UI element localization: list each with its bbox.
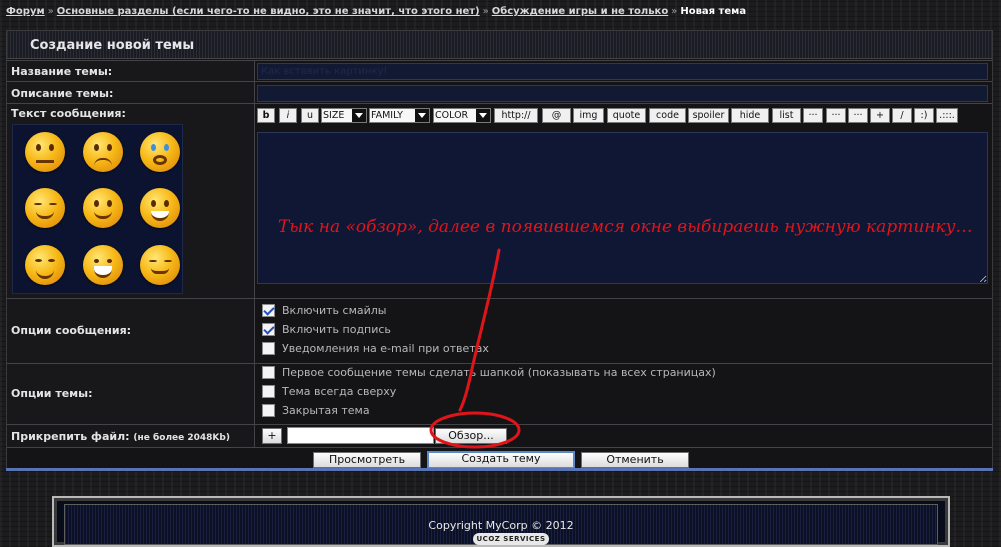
copyright-text: Copyright MyCorp © 2012	[428, 519, 574, 532]
annotation-overlay	[429, 248, 521, 449]
ucoz-services-badge[interactable]: UCOZ SERVICES	[473, 533, 549, 545]
annotation-arrow-line	[458, 248, 501, 412]
annotation-text: Тык на «обзор», далее в появившемся окне…	[278, 217, 973, 237]
footer-inner: Copyright MyCorp © 2012 UCOZ SERVICES	[64, 504, 938, 545]
footer: Copyright MyCorp © 2012 UCOZ SERVICES	[52, 496, 950, 547]
annotation-circle	[429, 411, 521, 449]
